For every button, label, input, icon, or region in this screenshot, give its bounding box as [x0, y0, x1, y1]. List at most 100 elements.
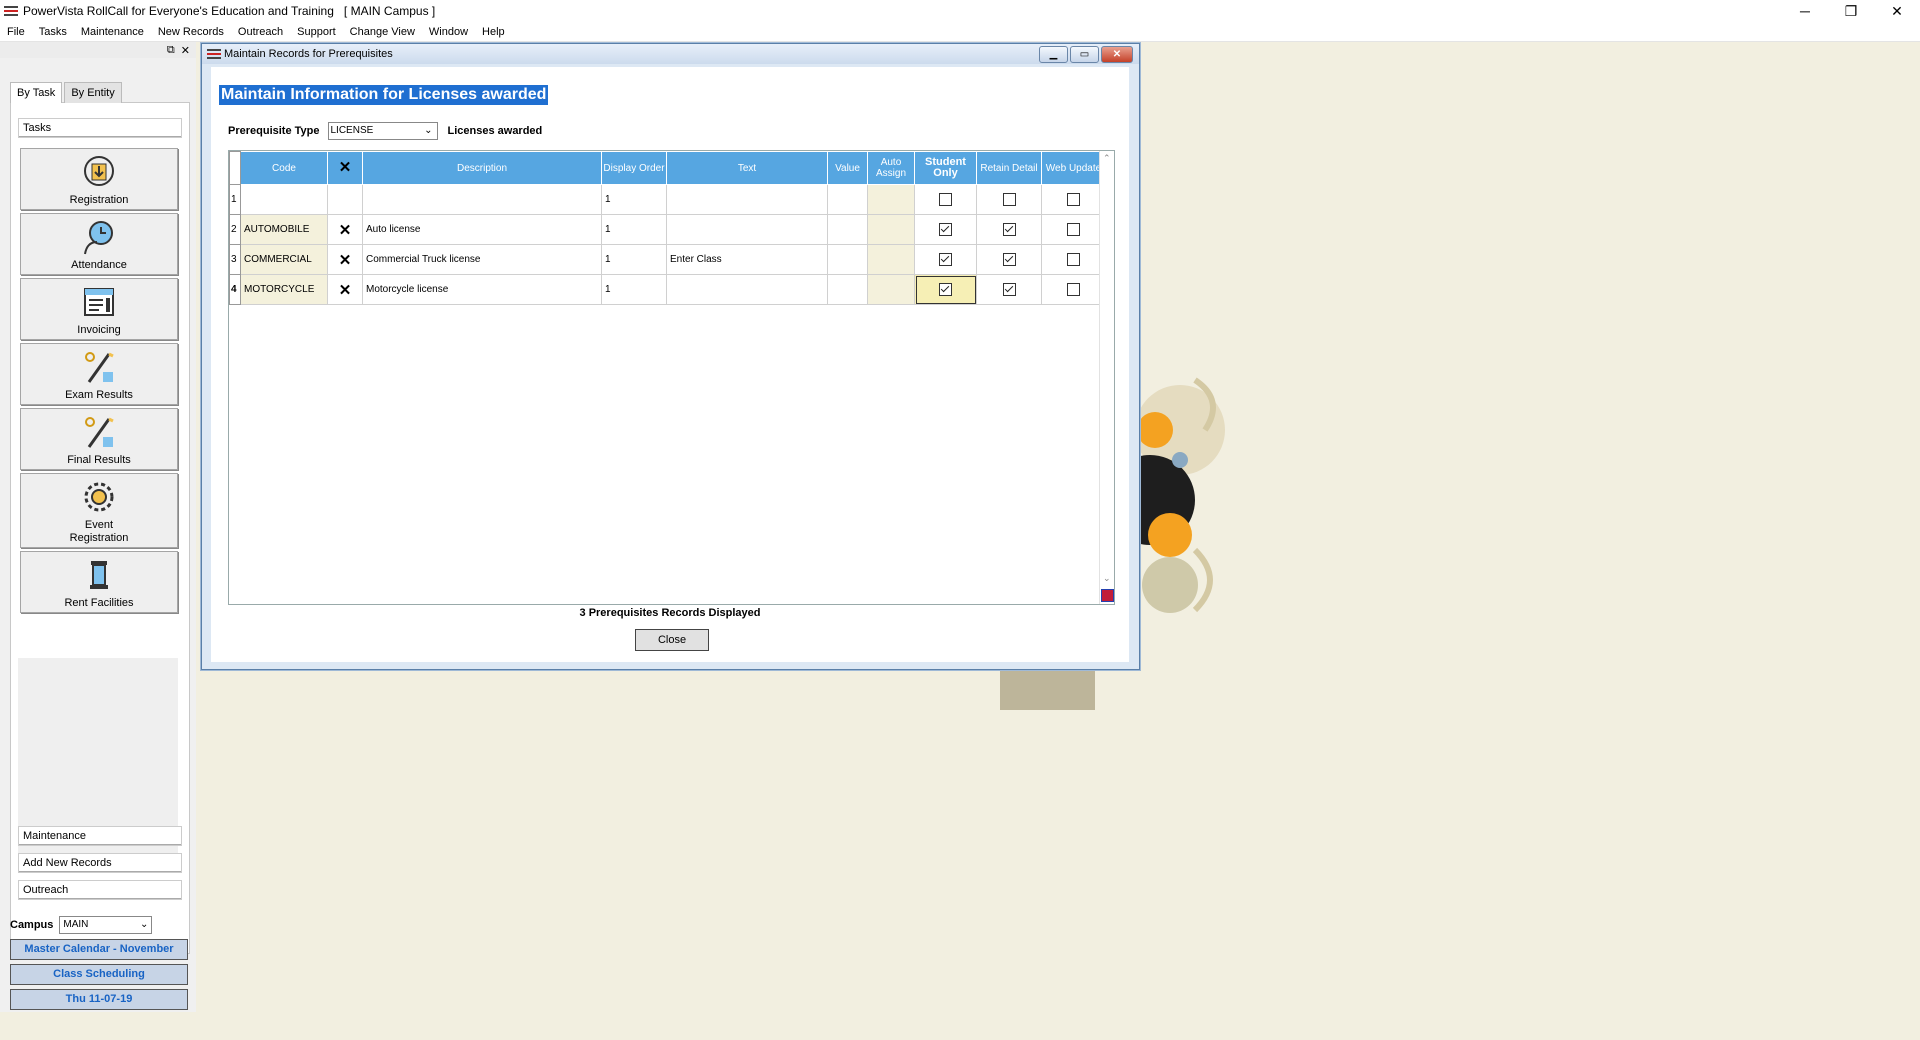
retain-detail-checkbox[interactable] [1002, 193, 1016, 206]
add-new-records-section-header[interactable]: Add New Records [18, 853, 182, 873]
column-header-text[interactable]: Text [666, 151, 828, 185]
description-cell[interactable]: Commercial Truck license [362, 244, 602, 275]
dialog-close-button[interactable]: ✕ [1101, 46, 1133, 63]
menu-tasks[interactable]: Tasks [32, 26, 74, 38]
web-update-cell[interactable] [1041, 184, 1106, 215]
web-update-checkbox[interactable] [1067, 223, 1080, 236]
web-update-cell[interactable] [1041, 274, 1106, 305]
text-cell[interactable]: Enter Class [666, 244, 828, 275]
web-update-cell[interactable] [1041, 214, 1106, 245]
auto-assign-cell[interactable] [867, 214, 915, 245]
student-only-cell[interactable] [914, 274, 977, 305]
menu-support[interactable]: Support [290, 26, 343, 38]
task-registration-button[interactable]: Registration [20, 148, 178, 210]
web-update-cell[interactable] [1041, 244, 1106, 275]
student-only-cell[interactable] [914, 214, 977, 245]
column-header-web-update[interactable]: Web Update [1041, 151, 1106, 185]
close-button[interactable]: Close [635, 629, 709, 651]
retain-detail-cell[interactable] [976, 244, 1042, 275]
minimize-button[interactable]: ─ [1782, 0, 1828, 22]
current-date-button[interactable]: Thu 11-07-19 [10, 989, 188, 1010]
student-only-cell[interactable] [914, 184, 977, 215]
menu-file[interactable]: File [0, 26, 32, 38]
close-window-button[interactable]: ✕ [1874, 0, 1920, 22]
campus-select[interactable]: MAIN ⌄ [59, 916, 153, 934]
menu-maintenance[interactable]: Maintenance [74, 26, 151, 38]
column-header-value[interactable]: Value [827, 151, 868, 185]
restore-button[interactable]: ❐ [1828, 0, 1874, 22]
auto-assign-cell[interactable] [867, 244, 915, 275]
display-order-cell[interactable]: 1 [601, 214, 667, 245]
task-final-results-button[interactable]: Final Results [20, 408, 178, 470]
retain-detail-checkbox[interactable] [1002, 253, 1016, 266]
auto-assign-cell[interactable] [867, 274, 915, 305]
tab-by-task[interactable]: By Task [10, 82, 63, 103]
column-header-auto-assign[interactable]: Auto Assign [867, 151, 915, 185]
value-cell[interactable] [827, 184, 868, 215]
dialog-title-bar[interactable]: Maintain Records for Prerequisites ▁ ▭ ✕ [202, 44, 1139, 64]
tab-by-entity[interactable]: By Entity [64, 82, 122, 103]
task-exam-results-button[interactable]: Exam Results [20, 343, 178, 405]
maintenance-section-header[interactable]: Maintenance [18, 826, 182, 846]
task-rent-facilities-button[interactable]: Rent Facilities [20, 551, 178, 613]
dialog-minimize-button[interactable]: ▁ [1039, 46, 1068, 63]
code-cell[interactable]: COMMERCIAL [240, 244, 328, 275]
grid-vertical-scrollbar[interactable]: ⌃ ⌄ [1099, 151, 1114, 604]
auto-assign-cell[interactable] [867, 184, 915, 215]
text-cell[interactable] [666, 214, 828, 245]
retain-detail-cell[interactable] [976, 184, 1042, 215]
table-row[interactable]: 2 AUTOMOBILE ✕ Auto license 1 [229, 214, 1106, 245]
delete-cell[interactable] [327, 184, 363, 215]
code-cell[interactable]: MOTORCYCLE [240, 274, 328, 305]
table-row[interactable]: 1 1 [229, 184, 1106, 215]
column-header-code[interactable]: Code [240, 151, 328, 185]
display-order-cell[interactable]: 1 [601, 244, 667, 275]
value-cell[interactable] [827, 214, 868, 245]
master-calendar-button[interactable]: Master Calendar - November [10, 939, 188, 960]
value-cell[interactable] [827, 244, 868, 275]
class-scheduling-button[interactable]: Class Scheduling [10, 964, 188, 985]
retain-detail-checkbox[interactable] [1002, 223, 1016, 236]
text-cell[interactable] [666, 184, 828, 215]
student-only-checkbox[interactable] [939, 253, 952, 266]
scroll-down-icon[interactable]: ⌄ [1103, 573, 1111, 584]
value-cell[interactable] [827, 274, 868, 305]
table-row[interactable]: 4 MOTORCYCLE ✕ Motorcycle license 1 [229, 274, 1106, 305]
dialog-maximize-button[interactable]: ▭ [1070, 46, 1099, 63]
student-only-cell[interactable] [914, 244, 977, 275]
web-update-checkbox[interactable] [1067, 283, 1080, 296]
text-cell[interactable] [666, 274, 828, 305]
retain-detail-cell[interactable] [976, 214, 1042, 245]
column-header-description[interactable]: Description [362, 151, 602, 185]
display-order-cell[interactable]: 1 [601, 274, 667, 305]
retain-detail-cell[interactable] [976, 274, 1042, 305]
scroll-up-icon[interactable]: ⌃ [1103, 153, 1111, 164]
web-update-checkbox[interactable] [1067, 253, 1080, 266]
column-header-student-only[interactable]: Student Only [914, 151, 977, 185]
code-cell[interactable] [240, 184, 328, 215]
task-invoicing-button[interactable]: Invoicing [20, 278, 178, 340]
task-attendance-button[interactable]: Attendance [20, 213, 178, 275]
code-cell[interactable]: AUTOMOBILE [240, 214, 328, 245]
prereq-type-select[interactable]: LICENSE ⌄ [327, 122, 438, 140]
panel-close-icon[interactable]: ✕ [181, 44, 190, 57]
table-row[interactable]: 3 COMMERCIAL ✕ Commercial Truck license … [229, 244, 1106, 275]
task-event-registration-button[interactable]: Event Registration [20, 473, 178, 548]
tasks-section-header[interactable]: Tasks [18, 118, 182, 138]
column-header-display-order[interactable]: Display Order [601, 151, 667, 185]
display-order-cell[interactable]: 1 [601, 184, 667, 215]
delete-x-icon[interactable]: ✕ [327, 244, 363, 275]
description-cell[interactable] [362, 184, 602, 215]
delete-x-icon[interactable]: ✕ [327, 274, 363, 305]
menu-window[interactable]: Window [422, 26, 475, 38]
column-header-retain-detail[interactable]: Retain Detail [976, 151, 1042, 185]
description-cell[interactable]: Auto license [362, 214, 602, 245]
delete-x-icon[interactable]: ✕ [327, 214, 363, 245]
column-header-delete[interactable]: ✕ [327, 151, 363, 185]
retain-detail-checkbox[interactable] [1002, 283, 1016, 296]
menu-new-records[interactable]: New Records [151, 26, 231, 38]
student-only-checkbox[interactable] [939, 193, 952, 206]
outreach-section-header[interactable]: Outreach [18, 880, 182, 900]
menu-help[interactable]: Help [475, 26, 512, 38]
menu-change-view[interactable]: Change View [343, 26, 422, 38]
